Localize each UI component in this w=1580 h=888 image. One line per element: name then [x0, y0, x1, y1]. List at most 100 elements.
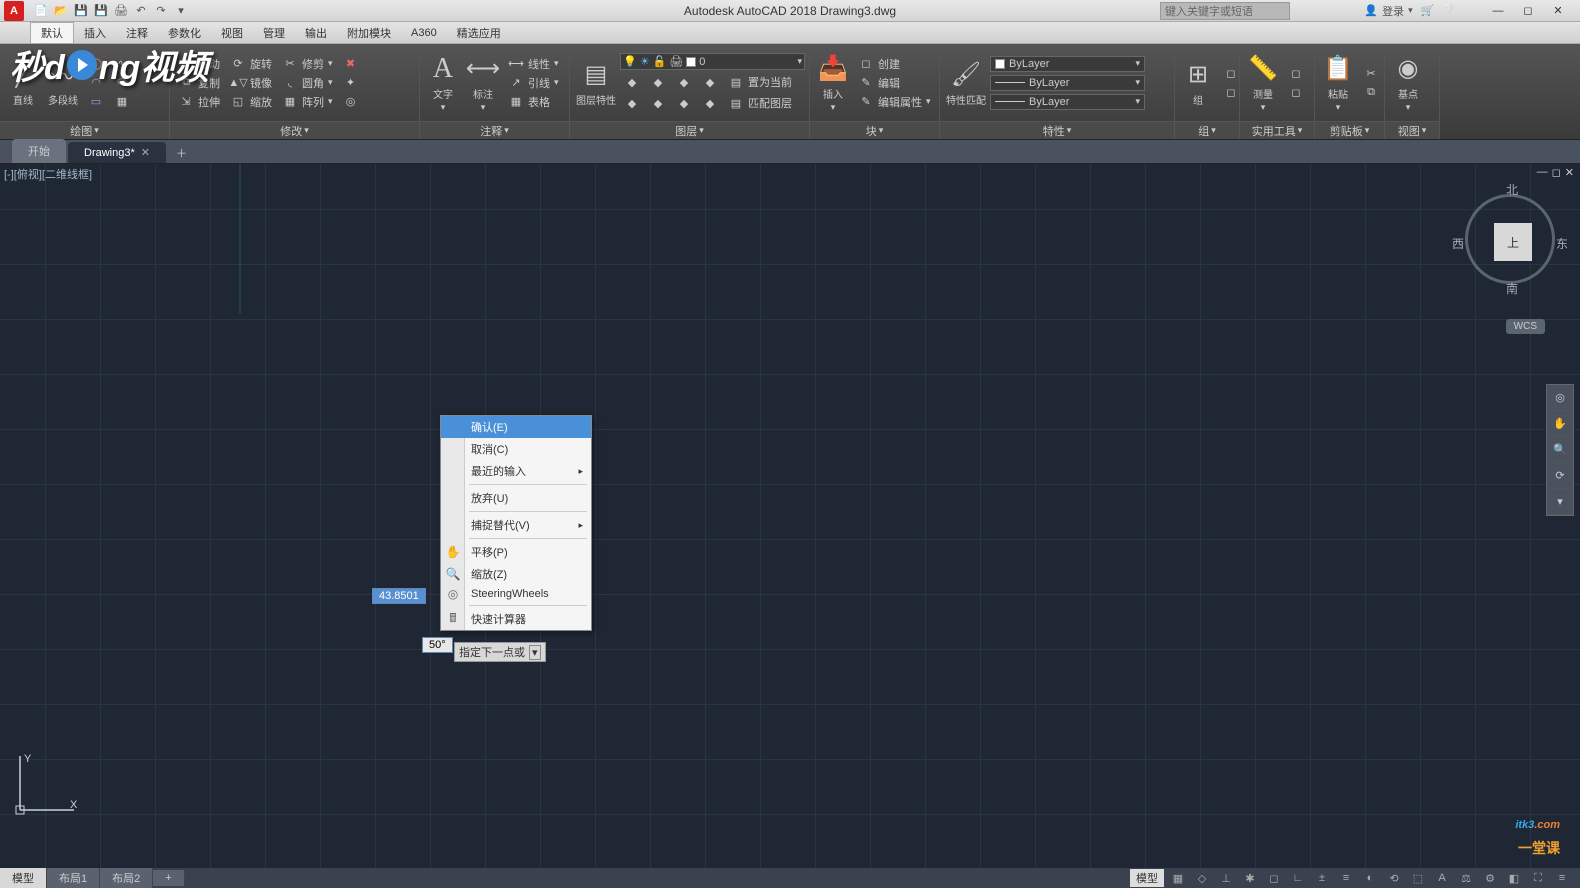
set-current-button[interactable]: ▤置为当前: [724, 73, 796, 91]
status-trans-icon[interactable]: ◐: [1360, 870, 1380, 886]
stretch-button[interactable]: ⇲拉伸: [174, 93, 224, 111]
help-icon[interactable]: ❔: [1442, 4, 1456, 17]
layer-dropdown[interactable]: 💡 ☀ 🔓 🖨 0 ▾: [620, 53, 805, 70]
tab-a360[interactable]: A360: [401, 25, 447, 41]
nav-orbit-icon[interactable]: ⟳: [1547, 463, 1573, 489]
viewcube-top[interactable]: 上: [1494, 223, 1532, 261]
layer-tool-2[interactable]: ◆: [646, 73, 670, 91]
dynamic-distance[interactable]: 43.8501: [372, 588, 426, 604]
viewcube-w[interactable]: 西: [1452, 235, 1464, 252]
panel-util-title[interactable]: 实用工具▾: [1240, 121, 1314, 139]
close-tab-icon[interactable]: ✕: [141, 146, 150, 159]
status-dyn-icon[interactable]: ±: [1312, 870, 1332, 886]
model-tab[interactable]: 模型: [0, 868, 47, 888]
nav-pan-icon[interactable]: ✋: [1547, 411, 1573, 437]
qat-plot-icon[interactable]: 🖨: [112, 2, 130, 20]
leader-button[interactable]: ↗引线▾: [504, 74, 563, 92]
layer-tool-3[interactable]: ◆: [672, 73, 696, 91]
panel-modify-title[interactable]: 修改▾: [170, 121, 419, 139]
status-ortho-icon[interactable]: ⊥: [1216, 870, 1236, 886]
rect-button[interactable]: ▭: [84, 93, 108, 111]
insert-button[interactable]: 📥插入▾: [814, 51, 852, 115]
offset-button[interactable]: ◎: [339, 93, 363, 111]
add-tab-button[interactable]: ＋: [168, 143, 195, 163]
ctx-cancel[interactable]: 取消(C): [441, 438, 591, 460]
scale-button[interactable]: ◱缩放: [226, 93, 276, 111]
status-track-icon[interactable]: ∟: [1288, 870, 1308, 886]
status-iso-icon[interactable]: ◧: [1504, 870, 1524, 886]
qat-new-icon[interactable]: 📄: [32, 2, 50, 20]
dimension-button[interactable]: ⟷标注▾: [464, 51, 502, 115]
vp-min-icon[interactable]: —: [1537, 166, 1548, 179]
wcs-label[interactable]: WCS: [1506, 319, 1545, 334]
ctx-zoom[interactable]: 🔍缩放(Z): [441, 563, 591, 585]
nav-wheel-icon[interactable]: ◎: [1547, 385, 1573, 411]
qat-redo-icon[interactable]: ↷: [152, 2, 170, 20]
text-button[interactable]: A文字▾: [424, 51, 462, 115]
trim-button[interactable]: ✂修剪▾: [278, 55, 337, 73]
layout1-tab[interactable]: 布局1: [47, 868, 100, 888]
match-layer-button[interactable]: ▤匹配图层: [724, 94, 796, 112]
vp-max-icon[interactable]: ◻: [1552, 166, 1561, 179]
util-tool-2[interactable]: ◻: [1284, 83, 1308, 101]
status-clean-icon[interactable]: ⛶: [1528, 870, 1548, 886]
base-button[interactable]: ◉基点▾: [1389, 51, 1427, 115]
explode-button[interactable]: ✦: [339, 74, 363, 92]
status-polar-icon[interactable]: ✱: [1240, 870, 1260, 886]
mirror-button[interactable]: ▲▽镜像: [226, 74, 276, 92]
qat-save-icon[interactable]: 💾: [72, 2, 90, 20]
drawing-canvas[interactable]: [-][俯视][二维线框] — ◻ ✕ 43.8501 50° 指定下一点或▾ …: [0, 164, 1580, 868]
layer-tool-8[interactable]: ◆: [698, 94, 722, 112]
layout2-tab[interactable]: 布局2: [100, 868, 153, 888]
login-button[interactable]: 👤登录▾: [1364, 3, 1412, 19]
panel-view-title[interactable]: 视图▾: [1385, 121, 1439, 139]
viewcube-s[interactable]: 南: [1506, 280, 1518, 297]
ctx-wheels[interactable]: ◎SteeringWheels: [441, 585, 591, 603]
array-button[interactable]: ▦阵列▾: [278, 93, 337, 111]
lineweight-dropdown[interactable]: ByLayer▾: [990, 75, 1145, 91]
linear-button[interactable]: ⟷线性▾: [504, 55, 563, 73]
panel-annotate-title[interactable]: 注释▾: [420, 121, 569, 139]
util-tool-1[interactable]: ◻: [1284, 64, 1308, 82]
qat-more-icon[interactable]: ▾: [172, 2, 190, 20]
panel-draw-title[interactable]: 绘图▾: [0, 121, 169, 139]
qat-open-icon[interactable]: 📂: [52, 2, 70, 20]
status-lw-icon[interactable]: ≡: [1336, 870, 1356, 886]
tab-view[interactable]: 视图: [211, 23, 253, 43]
measure-button[interactable]: 📏测量▾: [1244, 51, 1282, 115]
layer-props-button[interactable]: ▤图层特性: [574, 57, 618, 109]
search-input[interactable]: 键入关键字或短语: [1160, 2, 1290, 20]
maximize-icon[interactable]: ◻: [1514, 2, 1542, 20]
layer-tool-6[interactable]: ◆: [646, 94, 670, 112]
qat-saveas-icon[interactable]: 💾: [92, 2, 110, 20]
add-layout-tab[interactable]: +: [153, 870, 184, 886]
layer-tool-7[interactable]: ◆: [672, 94, 696, 112]
exchange-icon[interactable]: 🛒: [1421, 4, 1435, 17]
status-osnap-icon[interactable]: ◻: [1264, 870, 1284, 886]
tab-featured[interactable]: 精选应用: [447, 23, 511, 43]
status-ann-icon[interactable]: A: [1432, 870, 1452, 886]
drawing-tab[interactable]: Drawing3*✕: [68, 142, 166, 163]
erase-button[interactable]: ✖: [339, 55, 363, 73]
viewcube-e[interactable]: 东: [1556, 235, 1568, 252]
status-scale-icon[interactable]: ⚖: [1456, 870, 1476, 886]
status-cycle-icon[interactable]: ⟲: [1384, 870, 1404, 886]
ctx-pan[interactable]: ✋平移(P): [441, 541, 591, 563]
panel-group-title[interactable]: 组▾: [1175, 121, 1239, 139]
layer-tool-4[interactable]: ◆: [698, 73, 722, 91]
panel-clip-title[interactable]: 剪贴板▾: [1315, 121, 1384, 139]
paste-button[interactable]: 📋粘贴▾: [1319, 51, 1357, 115]
ctx-confirm[interactable]: 确认(E): [441, 416, 591, 438]
fillet-button[interactable]: ◟圆角▾: [278, 74, 337, 92]
tab-manage[interactable]: 管理: [253, 23, 295, 43]
hatch-button[interactable]: ▦: [110, 93, 134, 111]
ctx-recent[interactable]: 最近的输入▸: [441, 460, 591, 482]
rotate-button[interactable]: ⟳旋转: [226, 55, 276, 73]
dynamic-angle[interactable]: 50°: [422, 637, 453, 653]
start-tab[interactable]: 开始: [12, 139, 66, 163]
tab-output[interactable]: 输出: [295, 23, 337, 43]
minimize-icon[interactable]: —: [1484, 2, 1512, 20]
panel-props-title[interactable]: 特性▾: [940, 121, 1174, 139]
layer-tool-1[interactable]: ◆: [620, 73, 644, 91]
linetype-dropdown[interactable]: ByLayer▾: [990, 94, 1145, 110]
